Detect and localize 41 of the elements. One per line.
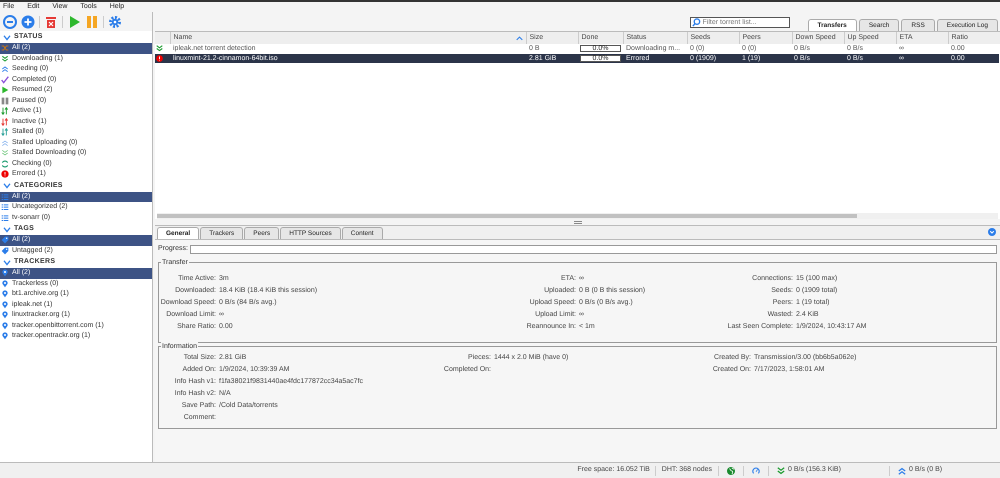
- settings-icon: [108, 14, 122, 28]
- play-icon: [67, 14, 81, 28]
- globe-icon[interactable]: [727, 466, 735, 474]
- start-button[interactable]: [67, 14, 81, 28]
- play-icon: [1, 86, 9, 94]
- arrows-icon: [1, 107, 9, 116]
- download-arrows-icon: [1, 54, 9, 63]
- link-icon: [3, 14, 17, 28]
- arrows-icon: [1, 128, 9, 136]
- collapse-icon[interactable]: [3, 34, 11, 40]
- pause-icon: [85, 14, 99, 28]
- add-link-button[interactable]: [3, 14, 17, 28]
- trash-icon: [44, 14, 58, 28]
- list-icon: [1, 203, 9, 212]
- upload-arrows-icon: [1, 65, 9, 74]
- upload-arrows-icon: [898, 466, 906, 474]
- pause-icon: [1, 96, 9, 105]
- scrollbar-thumb[interactable]: [157, 214, 857, 218]
- checkmark-icon: [1, 76, 9, 84]
- settings-button[interactable]: [108, 14, 122, 28]
- collapse-panel-icon[interactable]: [988, 228, 996, 236]
- list-icon: [1, 192, 9, 201]
- shuffle-icon: [1, 44, 9, 52]
- speedometer-icon[interactable]: [752, 466, 760, 474]
- splitter-handle-icon[interactable]: [574, 220, 582, 224]
- add-torrent-button[interactable]: [21, 14, 35, 28]
- collapse-icon[interactable]: [3, 260, 11, 266]
- collapse-icon[interactable]: [3, 226, 11, 232]
- download-arrows-icon: [777, 466, 785, 474]
- arrows-icon: [1, 118, 9, 126]
- plus-icon: [21, 14, 35, 28]
- refresh-icon: [1, 160, 9, 168]
- upload-arrows-icon: [1, 138, 9, 147]
- list-icon: [1, 214, 9, 222]
- scrollbar[interactable]: [157, 213, 998, 219]
- download-arrows-icon: [156, 45, 163, 52]
- collapse-icon[interactable]: [3, 183, 11, 189]
- download-arrows-icon: [1, 149, 9, 158]
- sort-ascending-icon[interactable]: [516, 36, 522, 40]
- delete-button[interactable]: [44, 14, 58, 28]
- search-icon: [692, 18, 701, 27]
